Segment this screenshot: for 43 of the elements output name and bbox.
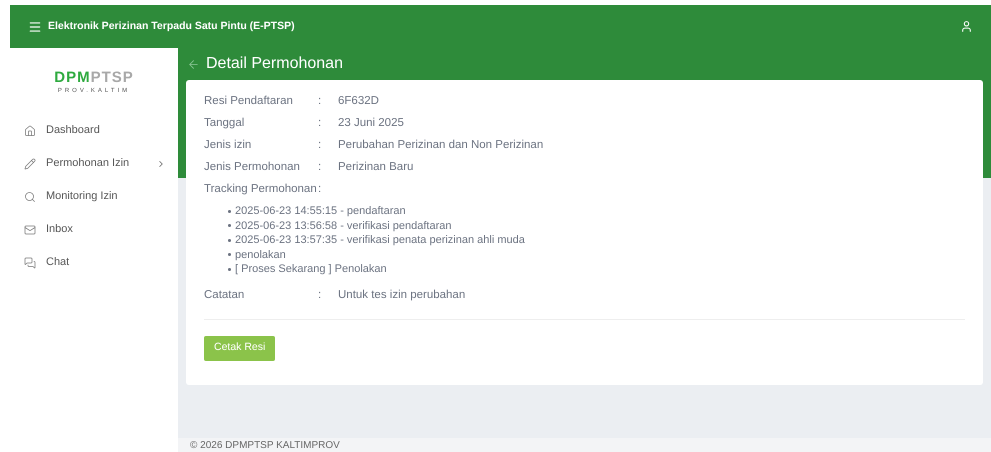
home-icon: [24, 124, 36, 136]
colon-separator: :: [318, 94, 322, 110]
tracking-entry: 2025-06-23 14:55:15 - pendaftaran: [235, 204, 406, 219]
field-value: Perizinan Baru: [338, 160, 414, 176]
colon-separator: :: [318, 160, 322, 176]
menu-icon[interactable]: [28, 20, 42, 34]
bullet-icon: [228, 224, 231, 228]
tracking-entry: penolakan: [235, 248, 286, 262]
app-title: Elektronik Perizinan Terpadu Satu Pintu (E-PTSP): [48, 18, 295, 34]
bullet-icon: [228, 253, 231, 256]
field-label: Jenis Permohonan: [204, 160, 301, 176]
tracking-entry: [ Proses Sekarang ] Penolakan: [235, 262, 387, 277]
bullet-icon: [228, 210, 231, 213]
page-title: Detail Permohonan: [206, 54, 343, 74]
footer: © 2026 DPMPTSP KALTIMPROV: [178, 438, 991, 452]
field-label: Tracking Permohonan: [204, 182, 318, 198]
sidebar-item[interactable]: Chat: [10, 246, 178, 279]
field-label: Catatan: [204, 288, 246, 303]
tracking-entry: 2025-06-23 13:56:58 - verifikasi pendaftaran: [235, 218, 452, 234]
user-icon[interactable]: [960, 20, 973, 33]
tracking-entry: 2025-06-23 13:57:35 - verifikasi penata perizinan ahli muda: [235, 233, 525, 248]
field-label: Resi Pendaftaran: [204, 94, 294, 110]
bullet-icon: [228, 238, 231, 242]
field-label: Jenis izin: [204, 138, 252, 154]
field-value: 23 Juni 2025: [338, 116, 404, 132]
field-value: Perubahan Perizinan dan Non Perizinan: [338, 138, 544, 154]
field-label: Tanggal: [204, 116, 246, 132]
sidebar-item[interactable]: Monitoring Izin: [10, 180, 178, 213]
colon-separator: :: [318, 182, 322, 198]
field-value: Untuk tes izin perubahan: [338, 288, 466, 303]
sidebar-item[interactable]: Dashboard: [10, 114, 178, 147]
sidebar-item[interactable]: Permohonan Izin: [10, 147, 178, 180]
colon-separator: :: [318, 288, 322, 303]
pencil-icon: [24, 158, 36, 170]
envelope-icon: [24, 224, 36, 236]
sidebar-item[interactable]: Inbox: [10, 213, 178, 246]
colon-separator: :: [318, 138, 322, 154]
colon-separator: :: [318, 116, 322, 132]
field-value: 6F632D: [338, 94, 379, 110]
bullet-icon: [228, 268, 231, 271]
chat-icon: [24, 256, 36, 268]
search-icon: [24, 190, 36, 202]
back-arrow-icon[interactable]: [187, 58, 200, 70]
